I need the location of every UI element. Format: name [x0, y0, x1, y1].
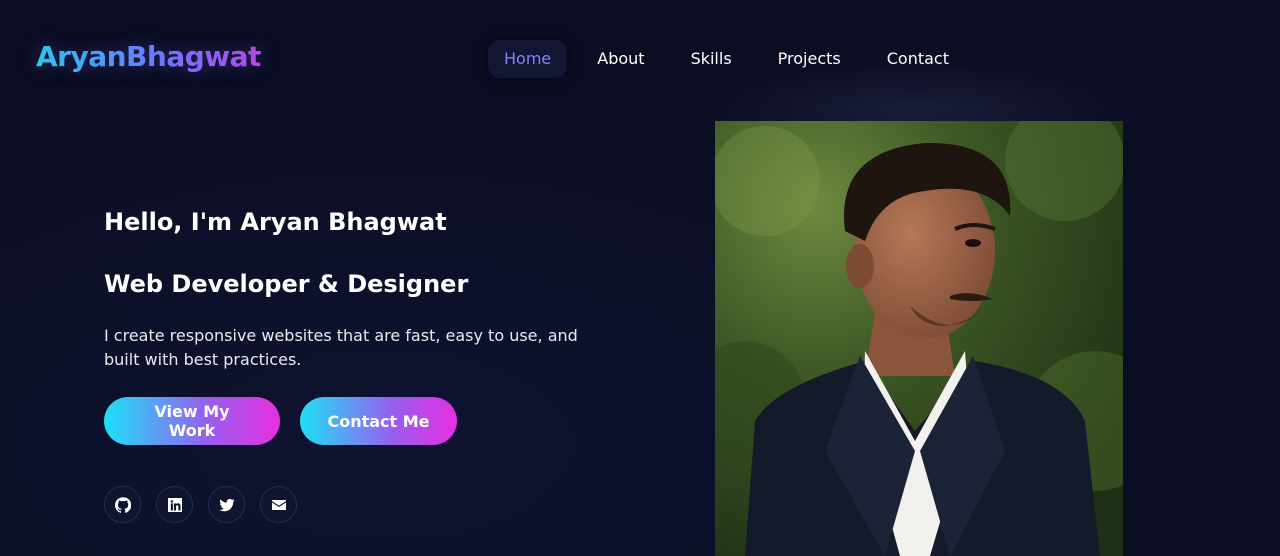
site-logo[interactable]: AryanBhagwat: [36, 40, 261, 73]
nav-link-home[interactable]: Home: [488, 40, 568, 78]
hero-role: Web Developer & Designer: [104, 270, 469, 298]
hero-text: Hello, I'm Aryan Bhagwat Web Developer &…: [104, 204, 624, 372]
github-icon: [114, 496, 131, 513]
twitter-link[interactable]: [208, 486, 245, 523]
hero-buttons: View My Work Contact Me: [104, 397, 477, 445]
email-link[interactable]: [260, 486, 297, 523]
hero-description: I create responsive websites that are fa…: [104, 326, 578, 369]
linkedin-link[interactable]: [156, 486, 193, 523]
envelope-icon: [271, 499, 286, 510]
portrait-photo: [715, 121, 1123, 556]
twitter-icon: [219, 498, 234, 511]
hero-greeting: Hello, I'm Aryan Bhagwat: [104, 208, 447, 236]
portrait-illustration: [715, 121, 1123, 556]
linkedin-icon: [167, 497, 182, 512]
social-links: [104, 486, 312, 523]
contact-me-button[interactable]: Contact Me: [300, 397, 457, 445]
github-link[interactable]: [104, 486, 141, 523]
nav-link-about[interactable]: About: [581, 40, 660, 78]
view-my-work-button[interactable]: View My Work: [104, 397, 280, 445]
